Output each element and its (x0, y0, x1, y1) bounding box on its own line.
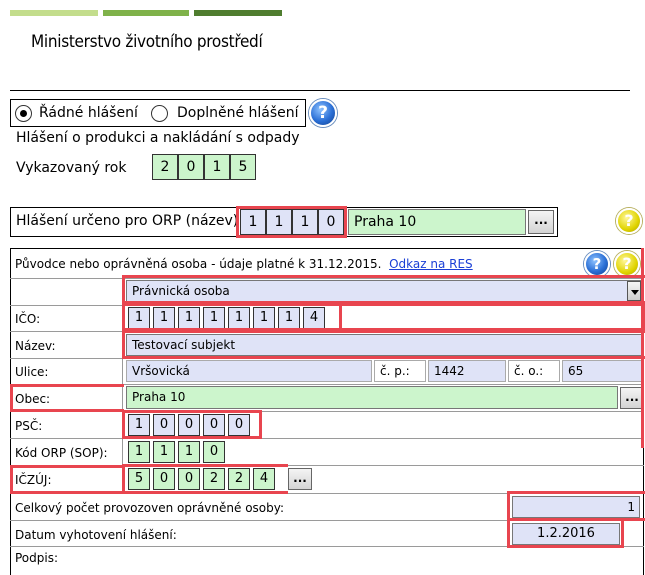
year-digits[interactable]: 2 0 1 5 (152, 154, 256, 180)
orp-select-button[interactable]: ... (528, 210, 554, 234)
report-type-group: Řádné hlášení Doplněné hlášení (10, 99, 306, 127)
name-field[interactable]: Testovací subjekt (126, 334, 642, 356)
ministry-title: Ministerstvo životního prostředí (31, 32, 263, 52)
ico-digit[interactable]: 1 (228, 307, 250, 329)
orp-code-digit[interactable]: 0 (203, 441, 225, 463)
help-icon[interactable]: ? (309, 99, 337, 127)
report-title: Hlášení o produkci a nakládání s odpady (16, 130, 300, 146)
radio-regular[interactable] (15, 105, 32, 122)
warning-icon[interactable]: ? (614, 251, 640, 277)
warning-icon[interactable]: ? (616, 208, 642, 234)
originator-header: Původce nebo oprávněná osoba - údaje pla… (15, 257, 473, 271)
year-digit[interactable]: 1 (204, 154, 230, 180)
ico-digit[interactable]: 1 (178, 307, 200, 329)
row-divider (10, 438, 644, 439)
ico-digit[interactable]: 1 (253, 307, 275, 329)
iczuj-digit[interactable]: 4 (253, 468, 275, 490)
orp-code-digit[interactable]: 1 (178, 441, 200, 463)
orp-code-digit[interactable]: 1 (128, 441, 150, 463)
psc-digit[interactable]: 0 (203, 414, 225, 436)
row-divider (10, 384, 644, 385)
orp-code-digits[interactable]: 1 1 1 0 (128, 441, 228, 463)
date-field[interactable]: 1.2.2016 (512, 523, 620, 545)
year-digit[interactable]: 2 (152, 154, 178, 180)
originator-header-text: Původce nebo oprávněná osoba - údaje pla… (15, 257, 382, 271)
cp-label: č. p.: (374, 360, 426, 382)
cp-field[interactable]: 1442 (428, 360, 506, 382)
psc-digits[interactable]: 1 0 0 0 0 (128, 414, 253, 436)
year-digit[interactable]: 0 (178, 154, 204, 180)
orp-digit[interactable]: 1 (240, 209, 266, 235)
header-divider (10, 90, 630, 91)
iczuj-digits[interactable]: 5 0 0 2 2 4 (128, 468, 278, 490)
ico-digit[interactable]: 1 (203, 307, 225, 329)
orp-name-field[interactable]: Praha 10 (348, 209, 526, 235)
orp-digit[interactable]: 0 (318, 209, 344, 235)
orp-digits[interactable]: 1 1 1 0 (240, 209, 344, 235)
co-field[interactable]: 65 (562, 360, 642, 382)
radio-supplementary[interactable] (151, 105, 168, 122)
total-field[interactable]: 1 (512, 496, 640, 518)
street-field[interactable]: Vršovická (126, 360, 372, 382)
ico-digit[interactable]: 1 (153, 307, 175, 329)
row-divider (10, 465, 644, 466)
ico-digit[interactable]: 1 (128, 307, 150, 329)
iczuj-select-button[interactable]: ... (288, 468, 312, 490)
date-label: Datum vyhotovení hlášení: (15, 528, 177, 542)
right-edge-marker (641, 248, 644, 448)
co-label: č. o.: (508, 360, 560, 382)
orp-code-label: Kód ORP (SOP): (15, 446, 108, 460)
orp-code-digit[interactable]: 1 (153, 441, 175, 463)
row-divider (10, 331, 644, 332)
row-divider (10, 546, 644, 547)
year-digit[interactable]: 5 (230, 154, 256, 180)
iczuj-label: IČZÚJ: (15, 473, 52, 487)
year-label: Vykazovaný rok (16, 160, 127, 176)
total-label: Celkový počet provozoven oprávněné osoby… (15, 501, 285, 515)
orp-digit[interactable]: 1 (292, 209, 318, 235)
iczuj-digit[interactable]: 2 (203, 468, 225, 490)
help-icon[interactable]: ? (584, 251, 610, 277)
label-column-divider (122, 278, 123, 494)
iczuj-digit[interactable]: 0 (178, 468, 200, 490)
res-link[interactable]: Odkaz na RES (389, 257, 473, 271)
ico-digits[interactable]: 1 1 1 1 1 1 1 4 (128, 307, 328, 329)
header-stripe-1 (10, 10, 98, 16)
city-label: Obec: (15, 392, 51, 406)
psc-label: PSČ: (15, 419, 43, 433)
orp-digit[interactable]: 1 (266, 209, 292, 235)
row-divider (10, 493, 644, 494)
row-divider (10, 520, 644, 521)
iczuj-digit[interactable]: 2 (228, 468, 250, 490)
ico-digit[interactable]: 4 (303, 307, 325, 329)
row-divider (10, 305, 644, 306)
iczuj-digit[interactable]: 0 (153, 468, 175, 490)
radio-regular-label[interactable]: Řádné hlášení (39, 105, 138, 121)
header-stripe-3 (194, 10, 282, 16)
radio-supplementary-label[interactable]: Doplněné hlášení (177, 105, 299, 121)
iczuj-digit[interactable]: 5 (128, 468, 150, 490)
name-label: Název: (15, 339, 56, 353)
ico-digit[interactable]: 1 (278, 307, 300, 329)
signature-label: Podpis: (15, 551, 59, 565)
row-divider (10, 358, 644, 359)
row-divider (10, 411, 644, 412)
psc-digit[interactable]: 1 (128, 414, 150, 436)
orp-label: Hlášení určeno pro ORP (název) (16, 213, 239, 229)
psc-digit[interactable]: 0 (228, 414, 250, 436)
entity-type-select[interactable]: Právnická osoba (126, 280, 642, 302)
ico-label: IČO: (15, 312, 41, 326)
psc-digit[interactable]: 0 (153, 414, 175, 436)
psc-digit[interactable]: 0 (178, 414, 200, 436)
street-label: Ulice: (15, 365, 49, 379)
header-stripe-2 (103, 10, 189, 16)
city-field[interactable]: Praha 10 (126, 386, 618, 409)
row-divider (10, 278, 644, 279)
chevron-down-icon[interactable] (627, 281, 641, 301)
